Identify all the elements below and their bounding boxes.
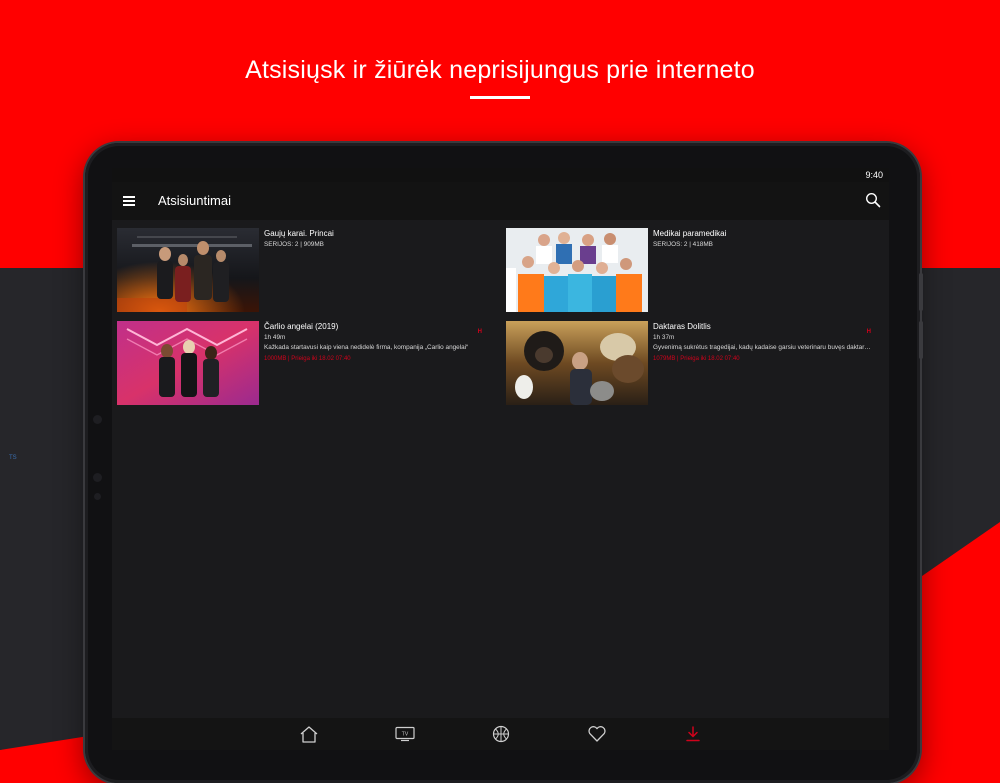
download-title: Čarlio angelai (2019)	[264, 322, 339, 331]
home-icon[interactable]	[298, 724, 320, 744]
download-meta: SERIJOS: 2 | 418MB	[653, 241, 713, 248]
search-icon[interactable]	[865, 192, 881, 208]
download-duration: 1h 37m	[653, 334, 675, 341]
quality-badge: H	[866, 329, 871, 335]
download-item[interactable]: Gaujų karai. Princai SERIJOS: 2 | 909MB	[117, 228, 497, 312]
tablet-sensor-dot	[94, 493, 101, 500]
download-info: Čarlio angelai (2019) 1h 49m Kažkada sta…	[264, 321, 494, 362]
download-size-access: 1079MB | Prieiga iki 18.02 07:40	[653, 356, 740, 362]
download-info: Medikai paramedikai SERIJOS: 2 | 418MB	[653, 228, 883, 248]
headline-underline	[470, 96, 530, 99]
download-info: Daktaras Dolitlis 1h 37m Gyvenimą sukrėt…	[653, 321, 883, 362]
status-time: 9:40	[865, 170, 883, 180]
download-item[interactable]: Medikai paramedikai SERIJOS: 2 | 418MB	[506, 228, 886, 312]
download-thumbnail[interactable]	[117, 321, 259, 405]
tablet-side-button	[919, 321, 923, 359]
downloads-list: Gaujų karai. Princai SERIJOS: 2 | 909MB	[112, 220, 889, 730]
download-description: Gyvenimą sukrėtus tragedijai, kadų kadai…	[653, 344, 871, 351]
tablet-sensor-dot	[93, 473, 102, 482]
status-bar: 9:40	[112, 168, 889, 182]
download-info: Gaujų karai. Princai SERIJOS: 2 | 909MB	[264, 228, 494, 248]
tv-icon-label: TV	[401, 732, 408, 738]
download-title: Gaujų karai. Princai	[264, 229, 334, 238]
download-title: Medikai paramedikai	[653, 229, 727, 238]
hamburger-menu-icon[interactable]	[123, 196, 135, 206]
page-title: Atsisiuntimai	[158, 193, 231, 208]
download-thumbnail[interactable]	[506, 321, 648, 405]
bottom-navigation: TV	[112, 718, 889, 750]
heart-icon[interactable]	[586, 724, 608, 744]
download-item[interactable]: Čarlio angelai (2019) 1h 49m Kažkada sta…	[117, 321, 497, 405]
tv-icon[interactable]: TV	[394, 724, 416, 744]
quality-badge: H	[477, 329, 482, 335]
tablet-side-button	[919, 273, 923, 311]
download-thumbnail[interactable]	[117, 228, 259, 312]
promo-headline: Atsisiųsk ir žiūrėk neprisijungus prie i…	[245, 56, 755, 84]
tablet-side-label: TS	[9, 455, 17, 461]
download-thumbnail[interactable]	[506, 228, 648, 312]
download-icon[interactable]	[682, 724, 704, 744]
download-meta: SERIJOS: 2 | 909MB	[264, 241, 324, 248]
sports-ball-icon[interactable]	[490, 724, 512, 744]
app-bar: Atsisiuntimai	[112, 182, 889, 220]
tablet-screen: 9:40 Atsisiuntimai Gaujų karai. Princai …	[112, 168, 889, 750]
download-item[interactable]: Daktaras Dolitlis 1h 37m Gyvenimą sukrėt…	[506, 321, 886, 405]
download-title: Daktaras Dolitlis	[653, 322, 711, 331]
download-description: Kažkada startavusi kaip viena nedidelė f…	[264, 344, 469, 351]
download-size-access: 1000MB | Prieiga iki 18.02 07:40	[264, 356, 351, 362]
download-duration: 1h 49m	[264, 334, 286, 341]
tablet-sensor-dot	[93, 415, 102, 424]
